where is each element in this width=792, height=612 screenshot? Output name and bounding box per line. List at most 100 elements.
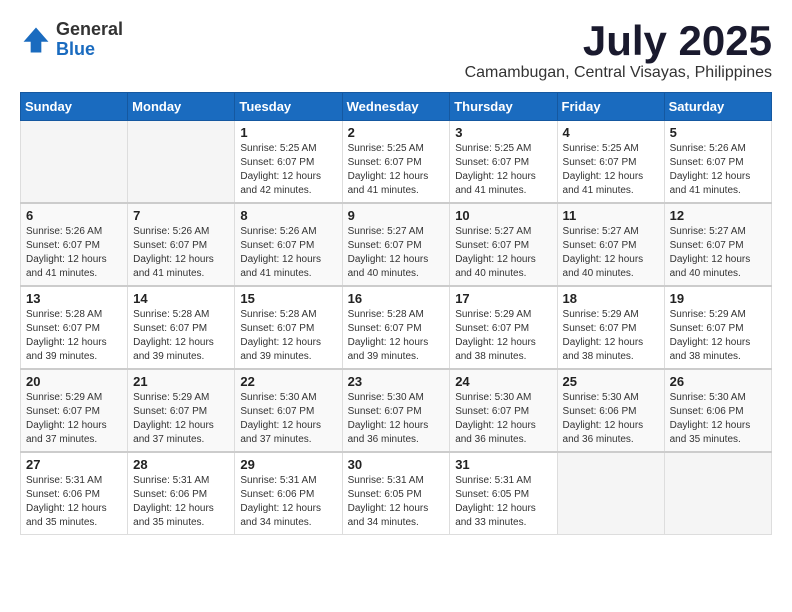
calendar-cell: 8Sunrise: 5:26 AMSunset: 6:07 PMDaylight… bbox=[235, 203, 342, 286]
calendar-cell: 27 Sunrise: 5:31 AMSunset: 6:06 PMDayligh… bbox=[21, 452, 128, 535]
day-number: 24 bbox=[455, 374, 551, 389]
cell-content: Sunrise: 5:28 AMSunset: 6:07 PMDaylight:… bbox=[133, 308, 229, 364]
calendar-cell: 17Sunrise: 5:29 AMSunset: 6:07 PMDayligh… bbox=[450, 286, 557, 369]
day-number: 20 bbox=[26, 374, 122, 389]
calendar-cell: 28Sunrise: 5:31 AMSunset: 6:06 PMDayligh… bbox=[128, 452, 235, 535]
day-number: 21 bbox=[133, 374, 229, 389]
day-number: 6 bbox=[26, 208, 122, 223]
calendar-cell: 26 Sunrise: 5:30 AMSunset: 6:06 PMDayligh… bbox=[664, 369, 771, 452]
calendar-cell: 12 Sunrise: 5:27 AMSunset: 6:07 PMDayligh… bbox=[664, 203, 771, 286]
day-number: 4 bbox=[563, 125, 659, 140]
calendar-cell: 22 Sunrise: 5:30 AMSunset: 6:07 PMDayligh… bbox=[235, 369, 342, 452]
day-number: 2 bbox=[348, 125, 445, 140]
cell-content: Sunrise: 5:29 AMSunset: 6:07 PMDaylight:… bbox=[133, 391, 229, 447]
day-number: 10 bbox=[455, 208, 551, 223]
cell-content: Sunrise: 5:28 AMSunset: 6:07 PMDaylight:… bbox=[26, 308, 122, 364]
cell-content: Sunrise: 5:30 AMSunset: 6:07 PMDaylight:… bbox=[240, 391, 336, 447]
cell-content: Sunrise: 5:25 AMSunset: 6:07 PMDaylight:… bbox=[563, 142, 659, 198]
weekday-header-monday: Monday bbox=[128, 93, 235, 121]
calendar-cell: 15 Sunrise: 5:28 AMSunset: 6:07 PMDayligh… bbox=[235, 286, 342, 369]
day-number: 11 bbox=[563, 208, 659, 223]
cell-content: Sunrise: 5:31 AMSunset: 6:06 PMDaylight:… bbox=[133, 474, 229, 530]
calendar-cell: 20 Sunrise: 5:29 AMSunset: 6:07 PMDayligh… bbox=[21, 369, 128, 452]
calendar-cell: 2 Sunrise: 5:25 AMSunset: 6:07 PMDaylight… bbox=[342, 121, 450, 204]
calendar-week-row: 27 Sunrise: 5:31 AMSunset: 6:06 PMDayligh… bbox=[21, 452, 772, 535]
calendar-cell: 30 Sunrise: 5:31 AMSunset: 6:05 PMDayligh… bbox=[342, 452, 450, 535]
cell-content: Sunrise: 5:25 AMSunset: 6:07 PMDaylight:… bbox=[240, 142, 336, 198]
day-number: 12 bbox=[670, 208, 766, 223]
day-number: 18 bbox=[563, 291, 659, 306]
cell-content: Sunrise: 5:29 AMSunset: 6:07 PMDaylight:… bbox=[670, 308, 766, 364]
cell-content: Sunrise: 5:31 AMSunset: 6:05 PMDaylight:… bbox=[455, 474, 551, 530]
cell-content: Sunrise: 5:28 AMSunset: 6:07 PMDaylight:… bbox=[240, 308, 336, 364]
cell-content: Sunrise: 5:31 AMSunset: 6:06 PMDaylight:… bbox=[26, 474, 122, 530]
day-number: 31 bbox=[455, 457, 551, 472]
cell-content: Sunrise: 5:26 AMSunset: 6:07 PMDaylight:… bbox=[670, 142, 766, 198]
calendar-cell: 21 Sunrise: 5:29 AMSunset: 6:07 PMDayligh… bbox=[128, 369, 235, 452]
day-number: 23 bbox=[348, 374, 445, 389]
logo-icon bbox=[20, 24, 52, 56]
title-block: July 2025 Camambugan, Central Visayas, P… bbox=[465, 20, 772, 82]
day-number: 30 bbox=[348, 457, 445, 472]
day-number: 5 bbox=[670, 125, 766, 140]
weekday-header-saturday: Saturday bbox=[664, 93, 771, 121]
calendar-cell bbox=[557, 452, 664, 535]
calendar-cell: 24 Sunrise: 5:30 AMSunset: 6:07 PMDayligh… bbox=[450, 369, 557, 452]
calendar-cell bbox=[664, 452, 771, 535]
cell-content: Sunrise: 5:25 AMSunset: 6:07 PMDaylight:… bbox=[455, 142, 551, 198]
location-title: Camambugan, Central Visayas, Philippines bbox=[465, 64, 772, 82]
day-number: 8 bbox=[240, 208, 336, 223]
calendar-cell: 7 Sunrise: 5:26 AMSunset: 6:07 PMDaylight… bbox=[128, 203, 235, 286]
calendar-cell: 29Sunrise: 5:31 AMSunset: 6:06 PMDayligh… bbox=[235, 452, 342, 535]
cell-content: Sunrise: 5:27 AMSunset: 6:07 PMDaylight:… bbox=[455, 225, 551, 281]
logo-blue: Blue bbox=[56, 40, 123, 60]
day-number: 7 bbox=[133, 208, 229, 223]
day-number: 3 bbox=[455, 125, 551, 140]
cell-content: Sunrise: 5:27 AMSunset: 6:07 PMDaylight:… bbox=[670, 225, 766, 281]
cell-content: Sunrise: 5:27 AMSunset: 6:07 PMDaylight:… bbox=[563, 225, 659, 281]
cell-content: Sunrise: 5:30 AMSunset: 6:06 PMDaylight:… bbox=[563, 391, 659, 447]
cell-content: Sunrise: 5:26 AMSunset: 6:07 PMDaylight:… bbox=[133, 225, 229, 281]
logo-general: General bbox=[56, 20, 123, 40]
cell-content: Sunrise: 5:27 AMSunset: 6:07 PMDaylight:… bbox=[348, 225, 445, 281]
cell-content: Sunrise: 5:25 AMSunset: 6:07 PMDaylight:… bbox=[348, 142, 445, 198]
day-number: 14 bbox=[133, 291, 229, 306]
weekday-header-thursday: Thursday bbox=[450, 93, 557, 121]
calendar-cell: 10 Sunrise: 5:27 AMSunset: 6:07 PMDayligh… bbox=[450, 203, 557, 286]
weekday-header-wednesday: Wednesday bbox=[342, 93, 450, 121]
calendar-cell: 25Sunrise: 5:30 AMSunset: 6:06 PMDayligh… bbox=[557, 369, 664, 452]
day-number: 17 bbox=[455, 291, 551, 306]
day-number: 22 bbox=[240, 374, 336, 389]
logo-text: General Blue bbox=[56, 20, 123, 60]
calendar-week-row: 6 Sunrise: 5:26 AMSunset: 6:07 PMDaylight… bbox=[21, 203, 772, 286]
day-number: 16 bbox=[348, 291, 445, 306]
calendar-cell: 18 Sunrise: 5:29 AMSunset: 6:07 PMDayligh… bbox=[557, 286, 664, 369]
cell-content: Sunrise: 5:28 AMSunset: 6:07 PMDaylight:… bbox=[348, 308, 445, 364]
calendar-cell: 5 Sunrise: 5:26 AMSunset: 6:07 PMDaylight… bbox=[664, 121, 771, 204]
cell-content: Sunrise: 5:30 AMSunset: 6:06 PMDaylight:… bbox=[670, 391, 766, 447]
calendar-week-row: 20 Sunrise: 5:29 AMSunset: 6:07 PMDayligh… bbox=[21, 369, 772, 452]
calendar-cell: 31 Sunrise: 5:31 AMSunset: 6:05 PMDayligh… bbox=[450, 452, 557, 535]
calendar-cell: 11 Sunrise: 5:27 AMSunset: 6:07 PMDayligh… bbox=[557, 203, 664, 286]
day-number: 29 bbox=[240, 457, 336, 472]
calendar-cell: 3 Sunrise: 5:25 AMSunset: 6:07 PMDaylight… bbox=[450, 121, 557, 204]
calendar-header-row: SundayMondayTuesdayWednesdayThursdayFrid… bbox=[21, 93, 772, 121]
weekday-header-tuesday: Tuesday bbox=[235, 93, 342, 121]
cell-content: Sunrise: 5:29 AMSunset: 6:07 PMDaylight:… bbox=[26, 391, 122, 447]
calendar-cell: 19Sunrise: 5:29 AMSunset: 6:07 PMDayligh… bbox=[664, 286, 771, 369]
day-number: 1 bbox=[240, 125, 336, 140]
day-number: 15 bbox=[240, 291, 336, 306]
day-number: 26 bbox=[670, 374, 766, 389]
calendar-week-row: 1 Sunrise: 5:25 AMSunset: 6:07 PMDaylight… bbox=[21, 121, 772, 204]
day-number: 27 bbox=[26, 457, 122, 472]
cell-content: Sunrise: 5:26 AMSunset: 6:07 PMDaylight:… bbox=[26, 225, 122, 281]
calendar-cell bbox=[21, 121, 128, 204]
cell-content: Sunrise: 5:31 AMSunset: 6:05 PMDaylight:… bbox=[348, 474, 445, 530]
weekday-header-friday: Friday bbox=[557, 93, 664, 121]
cell-content: Sunrise: 5:30 AMSunset: 6:07 PMDaylight:… bbox=[455, 391, 551, 447]
calendar-cell bbox=[128, 121, 235, 204]
cell-content: Sunrise: 5:29 AMSunset: 6:07 PMDaylight:… bbox=[563, 308, 659, 364]
calendar-cell: 23Sunrise: 5:30 AMSunset: 6:07 PMDayligh… bbox=[342, 369, 450, 452]
calendar-cell: 14 Sunrise: 5:28 AMSunset: 6:07 PMDayligh… bbox=[128, 286, 235, 369]
weekday-header-sunday: Sunday bbox=[21, 93, 128, 121]
